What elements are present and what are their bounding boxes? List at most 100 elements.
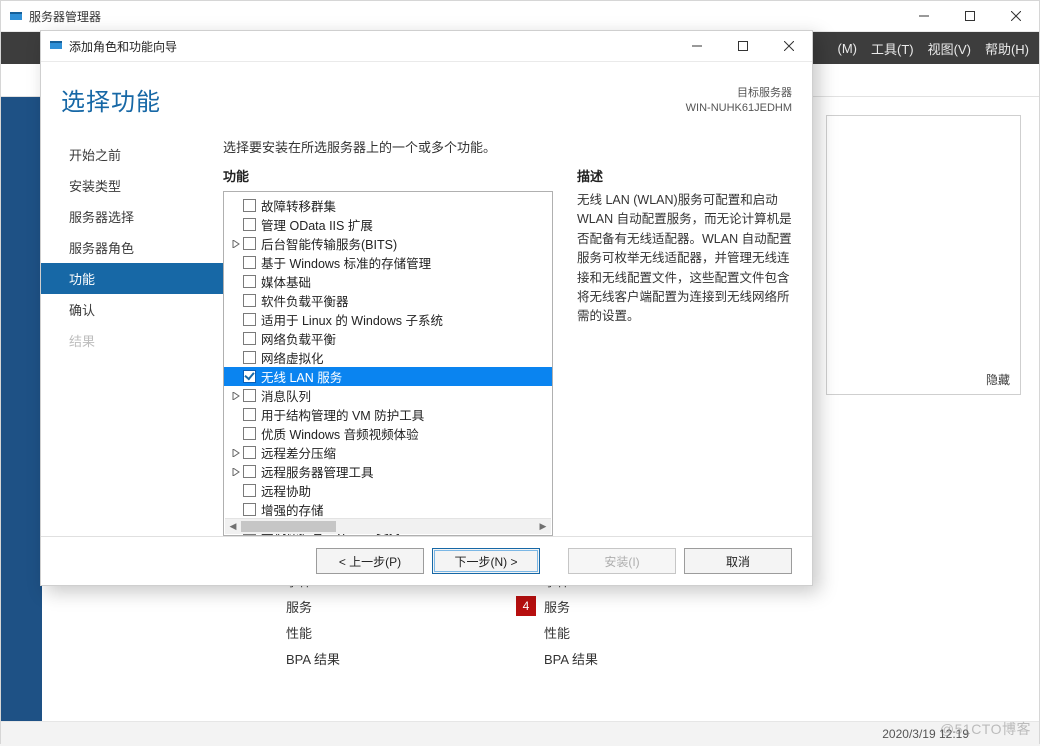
feature-label: 适用于 Linux 的 Windows 子系统 xyxy=(261,310,443,329)
feature-row[interactable]: 无线 LAN 服务 xyxy=(224,367,552,386)
checkbox[interactable] xyxy=(243,408,256,421)
feature-label: 软件负载平衡器 xyxy=(261,291,349,310)
checkbox[interactable] xyxy=(243,446,256,459)
checkbox[interactable] xyxy=(243,427,256,440)
tile-line[interactable]: 性能 xyxy=(258,619,456,645)
menu-item[interactable]: 工具(T) xyxy=(871,39,914,58)
checkbox[interactable] xyxy=(243,199,256,212)
feature-row[interactable]: 优质 Windows 音频视频体验 xyxy=(224,424,552,443)
feature-row[interactable]: 故障转移群集 xyxy=(224,196,552,215)
checkbox[interactable] xyxy=(243,313,256,326)
checkbox[interactable] xyxy=(243,256,256,269)
wizard-step[interactable]: 开始之前 xyxy=(41,139,223,170)
feature-label: 管理 OData IIS 扩展 xyxy=(261,215,373,234)
feature-label: 优质 Windows 音频视频体验 xyxy=(261,424,419,443)
feature-row[interactable]: 后台智能传输服务(BITS) xyxy=(224,234,552,253)
previous-button[interactable]: < 上一步(P) xyxy=(316,548,424,574)
tile-line[interactable]: 4 服务 xyxy=(516,593,714,619)
checkbox[interactable] xyxy=(243,484,256,497)
tile-line-label: 服务 xyxy=(544,597,570,616)
hide-link[interactable]: 隐藏 xyxy=(986,371,1010,388)
checkbox[interactable] xyxy=(243,275,256,288)
outer-window-controls xyxy=(901,1,1039,31)
feature-row[interactable]: 网络虚拟化 xyxy=(224,348,552,367)
wizard-window-title: 添加角色和功能向导 xyxy=(69,38,177,55)
expander-icon xyxy=(230,219,241,230)
install-button[interactable]: 安装(I) xyxy=(568,548,676,574)
feature-row[interactable]: 网络负载平衡 xyxy=(224,329,552,348)
tile-line[interactable]: 性能 xyxy=(516,619,714,645)
menu-item[interactable]: 帮助(H) xyxy=(985,39,1029,58)
checkbox[interactable] xyxy=(243,370,256,383)
wizard-step[interactable]: 服务器角色 xyxy=(41,232,223,263)
features-listbox[interactable]: 故障转移群集管理 OData IIS 扩展后台智能传输服务(BITS)基于 Wi… xyxy=(223,191,553,536)
wizard-step[interactable]: 确认 xyxy=(41,294,223,325)
checkbox[interactable] xyxy=(243,294,256,307)
menu-item[interactable]: (M) xyxy=(838,41,858,56)
feature-row[interactable]: 适用于 Linux 的 Windows 子系统 xyxy=(224,310,552,329)
expander-icon[interactable] xyxy=(230,390,241,401)
wizard-columns: 功能 故障转移群集管理 OData IIS 扩展后台智能传输服务(BITS)基于… xyxy=(223,166,792,536)
close-button[interactable] xyxy=(766,31,812,61)
outer-titlebar: 服务器管理器 xyxy=(1,1,1039,32)
checkbox[interactable] xyxy=(243,351,256,364)
maximize-button[interactable] xyxy=(720,31,766,61)
feature-row[interactable]: 远程服务器管理工具 xyxy=(224,462,552,481)
wizard-page-title: 选择功能 xyxy=(61,82,161,117)
expander-icon[interactable] xyxy=(230,466,241,477)
feature-row[interactable]: 消息队列 xyxy=(224,386,552,405)
next-button[interactable]: 下一步(N) > xyxy=(432,548,540,574)
checkbox[interactable] xyxy=(243,332,256,345)
expander-icon[interactable] xyxy=(230,447,241,458)
tile-line[interactable]: BPA 结果 xyxy=(516,645,714,671)
tile-line[interactable]: BPA 结果 xyxy=(258,645,456,671)
scroll-left-icon[interactable]: ◀ xyxy=(225,519,241,534)
cancel-button[interactable]: 取消 xyxy=(684,548,792,574)
expander-icon xyxy=(230,200,241,211)
menu-item[interactable]: 视图(V) xyxy=(928,39,971,58)
expander-icon xyxy=(230,314,241,325)
checkbox[interactable] xyxy=(243,237,256,250)
feature-row[interactable]: 增强的存储 xyxy=(224,500,552,519)
minimize-button[interactable] xyxy=(674,31,720,61)
expander-icon xyxy=(230,276,241,287)
checkbox[interactable] xyxy=(243,218,256,231)
scroll-thumb[interactable] xyxy=(241,521,336,532)
wizard-content: 选择要安装在所选服务器上的一个或多个功能。 功能 故障转移群集管理 OData … xyxy=(223,133,812,536)
wizard-step[interactable]: 功能 xyxy=(41,263,223,294)
wizard-step[interactable]: 服务器选择 xyxy=(41,201,223,232)
tile-line[interactable]: 服务 xyxy=(258,593,456,619)
feature-label: 网络负载平衡 xyxy=(261,329,336,348)
wizard-body: 开始之前安装类型服务器选择服务器角色功能确认结果 选择要安装在所选服务器上的一个… xyxy=(41,133,812,536)
target-label: 目标服务器 xyxy=(686,86,792,101)
feature-row[interactable]: 用于结构管理的 VM 防护工具 xyxy=(224,405,552,424)
outer-window-title: 服务器管理器 xyxy=(29,8,101,25)
horizontal-scrollbar[interactable]: ◀ ▶ xyxy=(225,518,551,534)
feature-label: 远程协助 xyxy=(261,481,311,500)
feature-label: 媒体基础 xyxy=(261,272,311,291)
feature-label: 增强的存储 xyxy=(261,500,324,519)
expander-icon xyxy=(230,371,241,382)
checkbox[interactable] xyxy=(243,389,256,402)
checkbox[interactable] xyxy=(243,503,256,516)
expander-icon[interactable] xyxy=(230,238,241,249)
feature-label: 网络虚拟化 xyxy=(261,348,324,367)
expander-icon xyxy=(230,504,241,515)
watermark: @51CTO博客 xyxy=(940,719,1031,739)
feature-row[interactable]: 远程协助 xyxy=(224,481,552,500)
checkbox[interactable] xyxy=(243,465,256,478)
feature-row[interactable]: 基于 Windows 标准的存储管理 xyxy=(224,253,552,272)
feature-row[interactable]: 软件负载平衡器 xyxy=(224,291,552,310)
feature-row[interactable]: 管理 OData IIS 扩展 xyxy=(224,215,552,234)
scroll-right-icon[interactable]: ▶ xyxy=(535,519,551,534)
feature-row[interactable]: 媒体基础 xyxy=(224,272,552,291)
wizard-titlebar: 添加角色和功能向导 xyxy=(41,31,812,62)
expander-icon xyxy=(230,409,241,420)
maximize-button[interactable] xyxy=(947,1,993,31)
feature-label: 基于 Windows 标准的存储管理 xyxy=(261,253,431,272)
feature-row[interactable]: 远程差分压缩 xyxy=(224,443,552,462)
close-button[interactable] xyxy=(993,1,1039,31)
minimize-button[interactable] xyxy=(901,1,947,31)
wizard-step[interactable]: 安装类型 xyxy=(41,170,223,201)
expander-icon xyxy=(230,257,241,268)
